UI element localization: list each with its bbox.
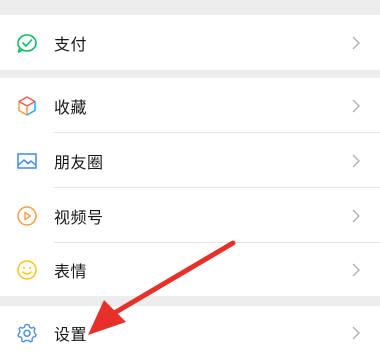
menu-item-settings-label: 设置 [54,325,88,344]
sticker-smile-icon [16,259,38,281]
menu-item-pay-label: 支付 [54,34,88,54]
menu-item-favorites-label: 收藏 [54,97,88,117]
settings-group: 设置 [0,306,380,360]
favorites-cube-icon [16,95,38,117]
menu-item-favorites[interactable]: 收藏 [0,78,380,133]
chevron-right-icon [350,32,362,54]
menu-item-channels-label: 视频号 [54,207,104,227]
chevron-right-icon [350,95,362,117]
chevron-right-icon [350,259,362,281]
menu-item-settings[interactable]: 设置 [0,306,380,360]
menu-item-pay[interactable]: 支付 [0,15,380,70]
menu-item-moments[interactable]: 朋友圈 [0,133,380,188]
pay-group: 支付 [0,15,380,70]
wechat-pay-icon [16,32,38,54]
menu-item-stickers[interactable]: 表情 [0,243,380,296]
chevron-right-icon [350,205,362,227]
chevron-right-icon [350,322,362,344]
features-group: 收藏 朋友圈 视频号 表情 [0,78,380,296]
menu-item-channels[interactable]: 视频号 [0,188,380,243]
menu-item-stickers-label: 表情 [54,261,88,281]
channels-play-icon [16,205,38,227]
chevron-right-icon [350,150,362,172]
menu-item-moments-label: 朋友圈 [54,152,104,172]
gear-icon [16,322,38,344]
moments-image-icon [16,150,38,172]
me-page-menu: 支付 收藏 朋友圈 视频号 表情 设置 [0,0,380,360]
